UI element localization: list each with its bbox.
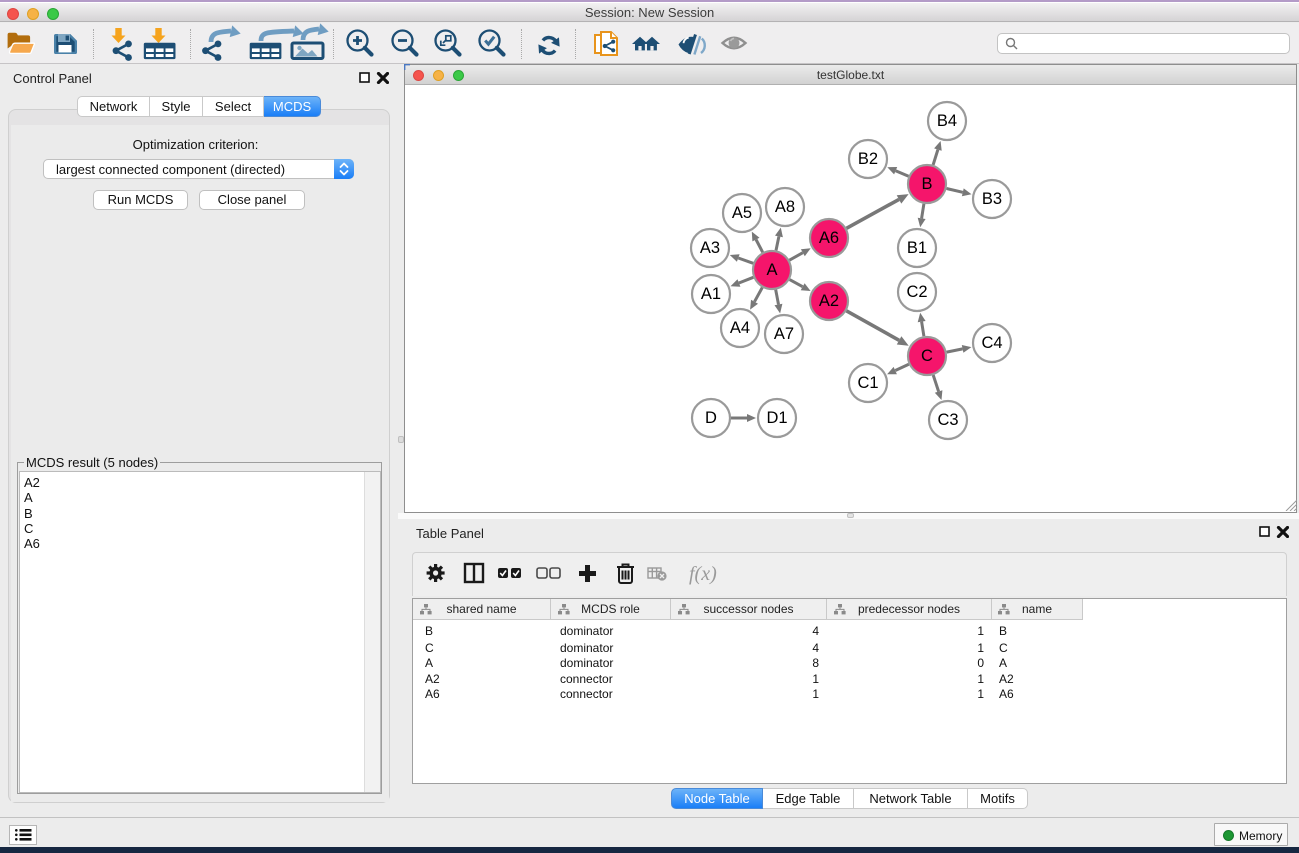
svg-text:A7: A7 bbox=[774, 325, 794, 343]
svg-text:C4: C4 bbox=[981, 334, 1002, 352]
svg-text:C1: C1 bbox=[857, 374, 878, 392]
svg-text:B1: B1 bbox=[907, 239, 927, 257]
svg-text:A6: A6 bbox=[819, 229, 839, 247]
svg-text:A5: A5 bbox=[732, 204, 752, 222]
svg-text:C2: C2 bbox=[906, 283, 927, 301]
svg-text:A2: A2 bbox=[819, 292, 839, 310]
svg-text:B3: B3 bbox=[982, 190, 1002, 208]
svg-text:C: C bbox=[921, 347, 933, 365]
svg-text:A1: A1 bbox=[701, 285, 721, 303]
svg-text:A3: A3 bbox=[700, 239, 720, 257]
svg-text:A4: A4 bbox=[730, 319, 750, 337]
svg-text:D1: D1 bbox=[766, 409, 787, 427]
svg-text:C3: C3 bbox=[937, 411, 958, 429]
svg-text:D: D bbox=[705, 409, 717, 427]
svg-text:f(x): f(x) bbox=[689, 563, 717, 585]
svg-text:A: A bbox=[766, 261, 777, 279]
svg-text:A8: A8 bbox=[775, 198, 795, 216]
svg-text:B2: B2 bbox=[858, 150, 878, 168]
svg-text:B: B bbox=[921, 175, 932, 193]
svg-text:B4: B4 bbox=[937, 112, 957, 130]
